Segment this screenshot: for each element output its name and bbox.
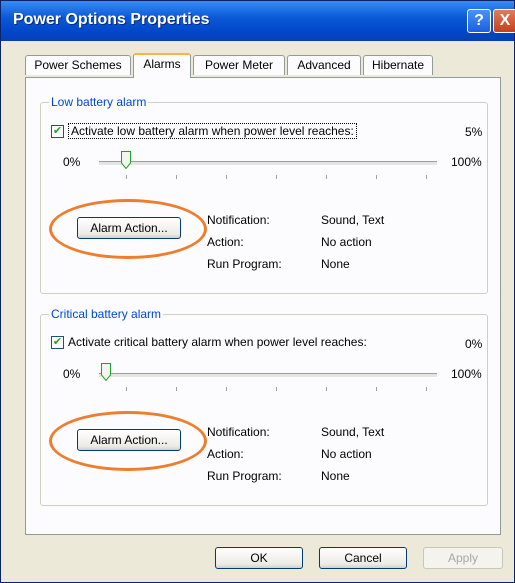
critical-battery-slider-max: 100% — [451, 367, 482, 381]
low-battery-checkbox-label: Activate low battery alarm when power le… — [68, 123, 357, 139]
critical-battery-tick — [276, 387, 277, 391]
critical-battery-checkbox[interactable]: ✔ — [51, 335, 64, 349]
low-battery-tick — [226, 175, 227, 179]
low-battery-notification-value: Sound, Text — [321, 213, 385, 227]
low-battery-slider-max: 100% — [451, 155, 482, 169]
tab-hibernate[interactable]: Hibernate — [363, 55, 433, 75]
critical-battery-notification-label: Notification: — [207, 425, 270, 439]
highlight-ellipse — [49, 199, 207, 259]
tab-alarms[interactable]: Alarms — [133, 53, 191, 78]
critical-battery-tick — [426, 387, 427, 391]
ok-button[interactable]: OK — [215, 547, 303, 569]
critical-battery-group-label: Critical battery alarm — [49, 307, 164, 321]
apply-button[interactable]: Apply — [423, 547, 503, 569]
tab-power-schemes[interactable]: Power Schemes — [25, 55, 131, 75]
low-battery-tick — [126, 175, 127, 179]
low-battery-action-value: No action — [321, 235, 372, 249]
low-battery-tick — [176, 175, 177, 179]
critical-battery-slider-track[interactable] — [99, 373, 437, 378]
low-battery-tick — [276, 175, 277, 179]
critical-battery-run-value: None — [321, 469, 350, 483]
help-button[interactable]: ? — [467, 9, 491, 33]
critical-battery-tick — [376, 387, 377, 391]
critical-battery-value: 0% — [465, 337, 483, 351]
critical-battery-tick — [226, 387, 227, 391]
critical-battery-slider-min: 0% — [63, 367, 81, 381]
low-battery-checkbox-row[interactable]: ✔ Activate low battery alarm when power … — [51, 123, 357, 139]
low-battery-run-label: Run Program: — [207, 257, 282, 271]
low-battery-group-label: Low battery alarm — [49, 95, 149, 109]
critical-battery-tick — [126, 387, 127, 391]
low-battery-slider-track[interactable] — [99, 161, 437, 166]
highlight-ellipse — [49, 411, 207, 471]
low-battery-tick — [426, 175, 427, 179]
tab-power-meter[interactable]: Power Meter — [193, 55, 285, 75]
critical-battery-slider-thumb[interactable] — [101, 363, 111, 381]
cancel-button[interactable]: Cancel — [319, 547, 407, 569]
low-battery-tick — [326, 175, 327, 179]
window-title: Power Options Properties — [13, 11, 210, 28]
tab-advanced[interactable]: Advanced — [287, 55, 361, 75]
low-battery-group: Low battery alarm ✔ Activate low battery… — [40, 95, 488, 294]
critical-battery-action-label: Action: — [207, 447, 244, 461]
critical-battery-tick — [176, 387, 177, 391]
low-battery-checkbox[interactable]: ✔ — [51, 124, 64, 138]
low-battery-action-label: Action: — [207, 235, 244, 249]
low-battery-tick — [376, 175, 377, 179]
close-button[interactable]: X — [493, 9, 515, 33]
critical-battery-checkbox-row[interactable]: ✔ Activate critical battery alarm when p… — [51, 335, 367, 349]
low-battery-notification-label: Notification: — [207, 213, 270, 227]
critical-battery-action-value: No action — [321, 447, 372, 461]
low-battery-slider-thumb[interactable] — [121, 151, 131, 169]
critical-battery-tick — [326, 387, 327, 391]
critical-battery-run-label: Run Program: — [207, 469, 282, 483]
title-bar[interactable]: Power Options Properties ? X — [1, 1, 515, 41]
alarms-panel: Low battery alarm ✔ Activate low battery… — [25, 77, 501, 535]
low-battery-value: 5% — [465, 125, 483, 139]
critical-battery-group: Critical battery alarm ✔ Activate critic… — [40, 307, 488, 506]
critical-battery-checkbox-label: Activate critical battery alarm when pow… — [68, 335, 367, 349]
critical-battery-notification-value: Sound, Text — [321, 425, 385, 439]
power-options-window: Power Options Properties ? X Power Schem… — [0, 0, 515, 583]
low-battery-slider-min: 0% — [63, 155, 81, 169]
low-battery-run-value: None — [321, 257, 350, 271]
